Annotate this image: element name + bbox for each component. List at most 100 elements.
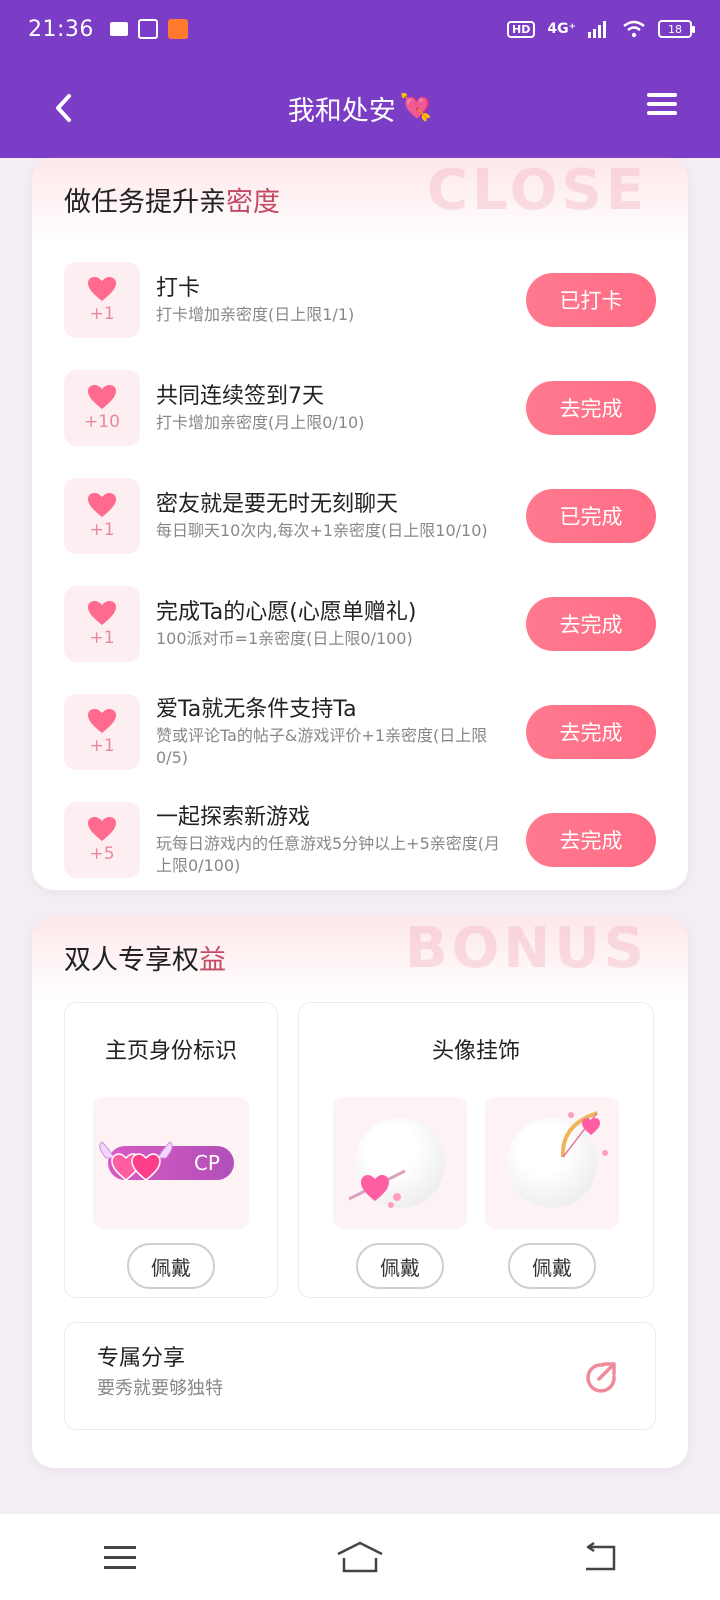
page-title: 我和处安 💘: [288, 89, 432, 128]
task-points-tile: +1: [64, 586, 140, 662]
heart-icon: [88, 385, 116, 409]
go-complete-button[interactable]: 去完成: [526, 381, 656, 435]
task-points: +5: [89, 844, 115, 864]
task-desc: 玩每日游戏内的任意游戏5分钟以上+5亲密度(月上限0/100): [156, 834, 501, 875]
avatar-frame-preview-1[interactable]: [333, 1097, 467, 1229]
go-complete-button[interactable]: 去完成: [526, 705, 656, 759]
task-row: +1 密友就是要无时无刻聊天 每日聊天10次内,每次+1亲密度(日上限10/10…: [64, 462, 656, 570]
heart-icon: [88, 493, 116, 517]
task-points: +10: [84, 412, 120, 432]
hd-badge: HD: [507, 20, 536, 38]
task-desc: 打卡增加亲密度(月上限0/10): [156, 413, 365, 432]
go-complete-button[interactable]: 去完成: [526, 813, 656, 867]
battery-level: 18: [668, 22, 682, 36]
app-icon: [137, 19, 158, 39]
home-icon: [337, 1541, 383, 1573]
app-header: 我和处安 💘: [0, 58, 720, 158]
heart-icon: [88, 817, 116, 841]
task-title: 密友就是要无时无刻聊天: [156, 492, 399, 517]
task-points: +1: [89, 628, 115, 648]
status-bar: 21:36 HD 4G⁺ 18: [0, 0, 720, 58]
task-points-tile: +1: [64, 694, 140, 770]
battery-icon: 18: [658, 20, 695, 38]
avatar-frame-box: 头像挂饰 佩戴 佩戴: [298, 1002, 654, 1298]
task-title: 共同连续签到7天: [156, 384, 324, 409]
task-title: 一起探索新游戏: [156, 805, 311, 830]
wear-frame-button-2[interactable]: 佩戴: [508, 1243, 596, 1289]
exclusive-share-row[interactable]: 专属分享 要秀就要够独特: [64, 1322, 656, 1430]
hamburger-menu-icon: [647, 93, 677, 97]
task-card-header: CLOSE 做任务提升亲密度: [32, 158, 688, 242]
heart-icon: [88, 709, 116, 733]
task-desc: 每日聊天10次内,每次+1亲密度(日上限10/10): [156, 521, 488, 540]
card-watermark: BONUS: [405, 916, 648, 981]
app-icon-orange: [167, 19, 188, 39]
identity-badge-title: 主页身份标识: [104, 1039, 237, 1064]
share-title: 专属分享: [97, 1346, 186, 1371]
share-desc: 要秀就要够独特: [97, 1378, 223, 1399]
nav-menu-button[interactable]: [90, 1532, 150, 1582]
bonus-card: BONUS 双人专享权益 主页身份标识 CP 佩戴 头像挂饰 佩戴 佩戴 专属分…: [32, 916, 688, 1468]
heart-arrow-decoration-icon: [348, 1169, 406, 1208]
heart-arrow-icon: 💘: [399, 93, 433, 123]
heart-icon: [88, 601, 116, 625]
menu-icon: [104, 1546, 136, 1569]
nav-back-button[interactable]: [570, 1532, 630, 1582]
bonus-card-header: BONUS 双人专享权益: [32, 916, 688, 1000]
task-desc: 打卡增加亲密度(日上限1/1): [156, 305, 355, 324]
network-label: 4G⁺: [547, 21, 576, 37]
task-row: +5 一起探索新游戏 玩每日游戏内的任意游戏5分钟以上+5亲密度(月上限0/10…: [64, 786, 656, 890]
signal-icon: [588, 21, 606, 38]
chevron-left-icon: [56, 94, 71, 122]
task-desc: 100派对币=1亲密度(日上限0/100): [156, 629, 413, 648]
completed-button[interactable]: 已完成: [526, 489, 656, 543]
status-app-icons: [109, 19, 188, 39]
task-row: +1 打卡 打卡增加亲密度(日上限1/1) 已打卡: [64, 246, 656, 354]
heart-icon: [88, 277, 116, 301]
cp-badge-text: CP: [193, 1151, 220, 1175]
back-icon: [586, 1541, 616, 1571]
avatar-frame-title: 头像挂饰: [431, 1039, 520, 1064]
task-desc: 赞或评论Ta的帖子&游戏评价+1亲密度(日上限0/5): [156, 726, 488, 767]
task-card-title: 做任务提升亲密度: [64, 187, 280, 218]
task-row: +10 共同连续签到7天 打卡增加亲密度(月上限0/10) 去完成: [64, 354, 656, 462]
bonus-row: 主页身份标识 CP 佩戴 头像挂饰 佩戴 佩戴: [32, 1002, 688, 1298]
task-card: CLOSE 做任务提升亲密度 +1 打卡 打卡增加亲密度(日上限1/1) 已打卡…: [32, 158, 688, 890]
nav-home-button[interactable]: [330, 1532, 390, 1582]
task-points-tile: +1: [64, 478, 140, 554]
share-arrow-icon[interactable]: [583, 1359, 619, 1395]
task-row: +1 完成Ta的心愿(心愿单赠礼) 100派对币=1亲密度(日上限0/100) …: [64, 570, 656, 678]
go-complete-button[interactable]: 去完成: [526, 597, 656, 651]
menu-button[interactable]: [642, 88, 682, 128]
cupid-bow-decoration-icon: [560, 1111, 608, 1158]
task-row: +1 爱Ta就无条件支持Ta 赞或评论Ta的帖子&游戏评价+1亲密度(日上限0/…: [64, 678, 656, 786]
wifi-icon: [623, 20, 645, 38]
task-points: +1: [89, 304, 115, 324]
task-points-tile: +1: [64, 262, 140, 338]
back-button[interactable]: [44, 88, 84, 128]
task-points-tile: +10: [64, 370, 140, 446]
identity-badge-preview[interactable]: CP: [93, 1097, 249, 1229]
wear-badge-button[interactable]: 佩戴: [127, 1243, 215, 1289]
identity-badge-box: 主页身份标识 CP 佩戴: [64, 1002, 278, 1298]
task-title: 爱Ta就无条件支持Ta: [156, 697, 357, 722]
task-title: 打卡: [156, 276, 201, 301]
status-time: 21:36: [28, 16, 94, 42]
task-points: +1: [89, 520, 115, 540]
task-list: +1 打卡 打卡增加亲密度(日上限1/1) 已打卡 +10 共同连续签到7天 打…: [32, 246, 688, 890]
checked-in-button[interactable]: 已打卡: [526, 273, 656, 327]
system-nav-bar: [0, 1514, 720, 1600]
card-watermark: CLOSE: [427, 158, 648, 223]
bonus-card-title: 双人专享权益: [64, 945, 226, 976]
wear-frame-button-1[interactable]: 佩戴: [356, 1243, 444, 1289]
video-icon: [109, 22, 128, 36]
task-points: +1: [89, 736, 115, 756]
task-points-tile: +5: [64, 802, 140, 878]
task-title: 完成Ta的心愿(心愿单赠礼): [156, 600, 417, 625]
page-title-text: 我和处安: [287, 95, 396, 127]
winged-hearts-icon: [99, 1141, 173, 1181]
cp-badge: CP: [99, 1141, 234, 1181]
top-bar: 21:36 HD 4G⁺ 18 我和处安 💘: [0, 0, 720, 158]
status-right: HD 4G⁺ 18: [507, 20, 695, 38]
avatar-frame-preview-2[interactable]: [485, 1097, 619, 1229]
